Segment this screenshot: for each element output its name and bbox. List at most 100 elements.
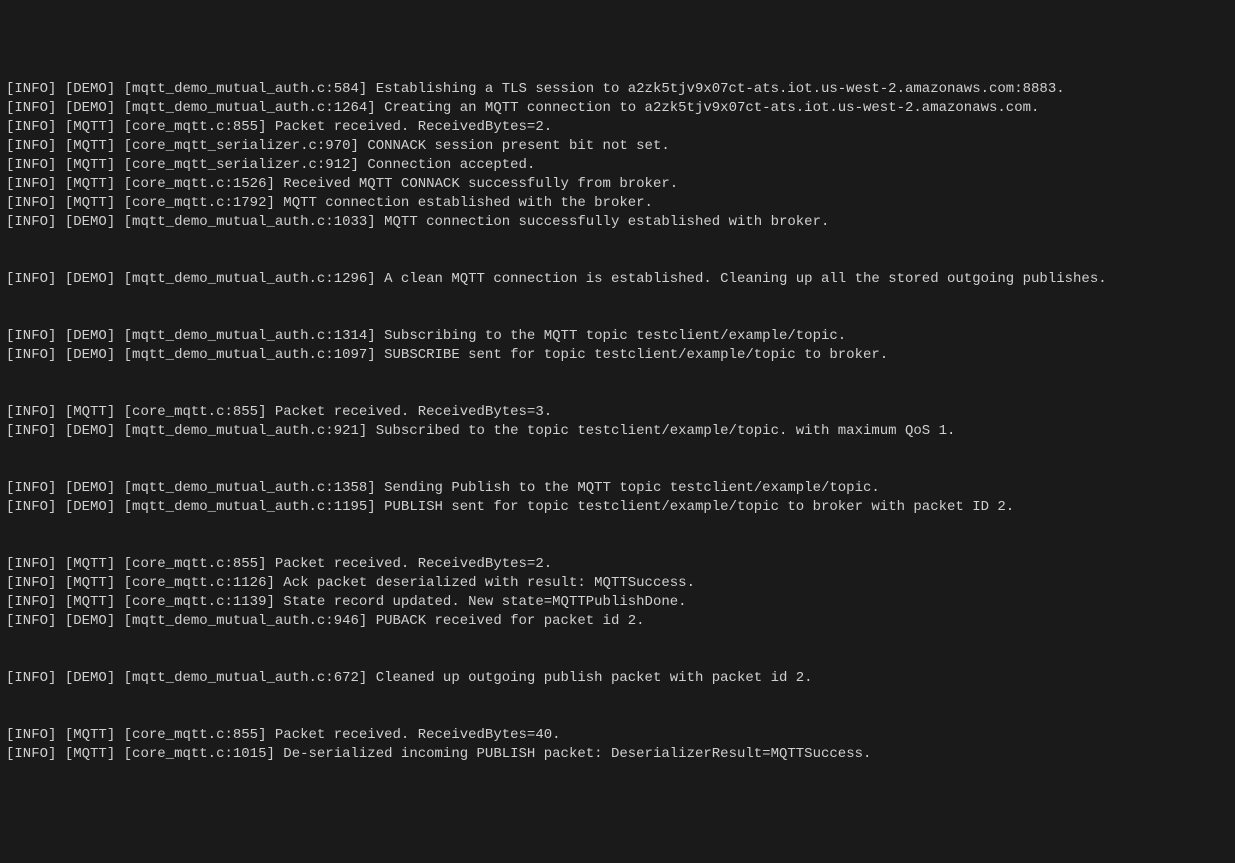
log-message: Sending Publish to the MQTT topic testcl… — [384, 480, 880, 496]
blank-line — [0, 688, 1235, 707]
log-message: A clean MQTT connection is established. … — [384, 271, 1107, 287]
log-level: [INFO] — [6, 727, 56, 743]
log-level: [INFO] — [6, 556, 56, 572]
log-message: Ack packet deserialized with result: MQT… — [283, 575, 695, 591]
log-line: [INFO] [DEMO] [mqtt_demo_mutual_auth.c:5… — [0, 80, 1235, 99]
log-message: Establishing a TLS session to a2zk5tjv9x… — [376, 81, 1065, 97]
log-level: [INFO] — [6, 328, 56, 344]
log-message: De-serialized incoming PUBLISH packet: D… — [283, 746, 871, 762]
log-tag: [MQTT] — [65, 594, 115, 610]
log-message: PUBACK received for packet id 2. — [376, 613, 645, 629]
log-tag: [MQTT] — [65, 727, 115, 743]
log-source: [mqtt_demo_mutual_auth.c:1195] — [124, 499, 376, 515]
log-line: [INFO] [DEMO] [mqtt_demo_mutual_auth.c:9… — [0, 422, 1235, 441]
log-source: [core_mqtt_serializer.c:970] — [124, 138, 359, 154]
log-line: [INFO] [MQTT] [core_mqtt.c:855] Packet r… — [0, 403, 1235, 422]
log-source: [core_mqtt.c:1526] — [124, 176, 275, 192]
log-level: [INFO] — [6, 347, 56, 363]
log-line: [INFO] [DEMO] [mqtt_demo_mutual_auth.c:1… — [0, 498, 1235, 517]
log-line: [INFO] [DEMO] [mqtt_demo_mutual_auth.c:1… — [0, 346, 1235, 365]
log-line: [INFO] [MQTT] [core_mqtt.c:855] Packet r… — [0, 726, 1235, 745]
log-source: [mqtt_demo_mutual_auth.c:1296] — [124, 271, 376, 287]
log-tag: [DEMO] — [65, 499, 115, 515]
log-line: [INFO] [DEMO] [mqtt_demo_mutual_auth.c:1… — [0, 327, 1235, 346]
blank-line — [0, 232, 1235, 251]
log-level: [INFO] — [6, 594, 56, 610]
log-level: [INFO] — [6, 746, 56, 762]
blank-line — [0, 384, 1235, 403]
log-tag: [MQTT] — [65, 157, 115, 173]
blank-line — [0, 460, 1235, 479]
log-level: [INFO] — [6, 404, 56, 420]
log-message: MQTT connection established with the bro… — [283, 195, 653, 211]
log-message: MQTT connection successfully established… — [384, 214, 829, 230]
blank-line — [0, 631, 1235, 650]
log-message: Creating an MQTT connection to a2zk5tjv9… — [384, 100, 1039, 116]
log-tag: [DEMO] — [65, 81, 115, 97]
log-level: [INFO] — [6, 214, 56, 230]
log-source: [mqtt_demo_mutual_auth.c:1097] — [124, 347, 376, 363]
terminal-log-output[interactable]: [INFO] [DEMO] [mqtt_demo_mutual_auth.c:5… — [0, 80, 1235, 764]
log-source: [mqtt_demo_mutual_auth.c:1314] — [124, 328, 376, 344]
log-source: [mqtt_demo_mutual_auth.c:1264] — [124, 100, 376, 116]
log-message: Packet received. ReceivedBytes=3. — [275, 404, 552, 420]
log-level: [INFO] — [6, 81, 56, 97]
log-tag: [MQTT] — [65, 138, 115, 154]
log-level: [INFO] — [6, 423, 56, 439]
log-tag: [MQTT] — [65, 119, 115, 135]
log-message: CONNACK session present bit not set. — [367, 138, 669, 154]
log-level: [INFO] — [6, 499, 56, 515]
blank-line — [0, 707, 1235, 726]
log-message: Cleaned up outgoing publish packet with … — [376, 670, 813, 686]
log-level: [INFO] — [6, 575, 56, 591]
blank-line — [0, 251, 1235, 270]
log-message: Subscribed to the topic testclient/examp… — [376, 423, 956, 439]
log-source: [mqtt_demo_mutual_auth.c:1358] — [124, 480, 376, 496]
blank-line — [0, 308, 1235, 327]
log-source: [core_mqtt.c:855] — [124, 119, 267, 135]
log-line: [INFO] [MQTT] [core_mqtt.c:1126] Ack pac… — [0, 574, 1235, 593]
log-tag: [DEMO] — [65, 613, 115, 629]
log-source: [mqtt_demo_mutual_auth.c:946] — [124, 613, 368, 629]
log-tag: [MQTT] — [65, 404, 115, 420]
log-level: [INFO] — [6, 195, 56, 211]
log-level: [INFO] — [6, 613, 56, 629]
log-line: [INFO] [DEMO] [mqtt_demo_mutual_auth.c:1… — [0, 270, 1235, 289]
log-tag: [MQTT] — [65, 746, 115, 762]
blank-line — [0, 517, 1235, 536]
log-tag: [DEMO] — [65, 271, 115, 287]
log-line: [INFO] [DEMO] [mqtt_demo_mutual_auth.c:1… — [0, 479, 1235, 498]
blank-line — [0, 536, 1235, 555]
log-source: [core_mqtt.c:855] — [124, 556, 267, 572]
log-message: Packet received. ReceivedBytes=2. — [275, 119, 552, 135]
log-line: [INFO] [MQTT] [core_mqtt.c:1526] Receive… — [0, 175, 1235, 194]
log-message: PUBLISH sent for topic testclient/exampl… — [384, 499, 1014, 515]
log-tag: [DEMO] — [65, 328, 115, 344]
log-line: [INFO] [DEMO] [mqtt_demo_mutual_auth.c:9… — [0, 612, 1235, 631]
blank-line — [0, 289, 1235, 308]
blank-line — [0, 441, 1235, 460]
log-level: [INFO] — [6, 157, 56, 173]
log-message: State record updated. New state=MQTTPubl… — [283, 594, 686, 610]
log-message: Connection accepted. — [367, 157, 535, 173]
log-message: Packet received. ReceivedBytes=2. — [275, 556, 552, 572]
log-source: [core_mqtt.c:1792] — [124, 195, 275, 211]
log-source: [core_mqtt.c:1139] — [124, 594, 275, 610]
log-source: [mqtt_demo_mutual_auth.c:584] — [124, 81, 368, 97]
log-tag: [DEMO] — [65, 423, 115, 439]
log-level: [INFO] — [6, 670, 56, 686]
log-tag: [MQTT] — [65, 195, 115, 211]
log-line: [INFO] [MQTT] [core_mqtt.c:855] Packet r… — [0, 118, 1235, 137]
log-line: [INFO] [MQTT] [core_mqtt.c:1015] De-seri… — [0, 745, 1235, 764]
log-line: [INFO] [DEMO] [mqtt_demo_mutual_auth.c:1… — [0, 99, 1235, 118]
log-source: [core_mqtt.c:1015] — [124, 746, 275, 762]
log-level: [INFO] — [6, 480, 56, 496]
blank-line — [0, 365, 1235, 384]
log-source: [core_mqtt.c:1126] — [124, 575, 275, 591]
log-source: [core_mqtt_serializer.c:912] — [124, 157, 359, 173]
log-level: [INFO] — [6, 138, 56, 154]
log-tag: [DEMO] — [65, 480, 115, 496]
log-tag: [MQTT] — [65, 556, 115, 572]
log-message: SUBSCRIBE sent for topic testclient/exam… — [384, 347, 888, 363]
log-line: [INFO] [DEMO] [mqtt_demo_mutual_auth.c:6… — [0, 669, 1235, 688]
